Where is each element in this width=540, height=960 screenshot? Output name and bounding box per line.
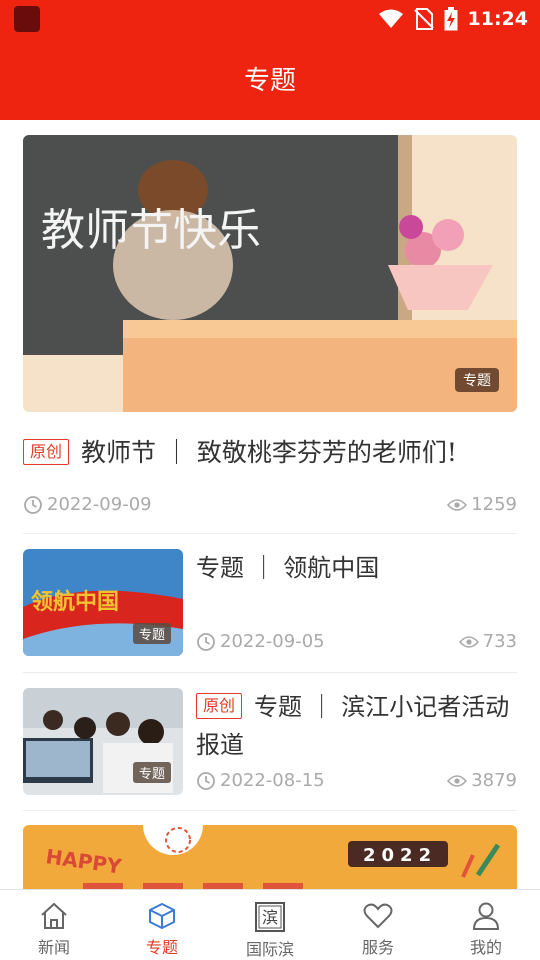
date-text: 2022-08-15 — [220, 770, 325, 791]
views-text: 3879 — [471, 770, 517, 791]
page-title: 专题 — [243, 66, 296, 96]
featured-image-text: 教师节快乐 — [41, 205, 261, 256]
tab-label: 服务 — [361, 938, 394, 957]
tab-label: 新闻 — [37, 938, 70, 957]
featured-views: 1259 — [447, 494, 517, 515]
clock-icon — [24, 495, 42, 514]
bottom-tab-bar: 新闻 专题 滨 国际滨 服务 我的 — [0, 889, 540, 960]
eye-icon — [458, 635, 479, 648]
divider — [23, 672, 517, 673]
no-sim-icon — [413, 8, 434, 30]
featured-title: 教师节 ｜ 致敬桃李芬芳的老师们! — [81, 438, 457, 467]
topic-tag: 专题 — [132, 762, 171, 783]
list-item-title[interactable]: 原创 专题 ｜ 滨江小记者活动报道 — [196, 688, 518, 764]
list-item-thumbnail[interactable]: 专题 — [23, 688, 183, 795]
title-text: 专题 ｜ 滨江小记者活动报道 — [196, 693, 510, 759]
list-item-banner[interactable]: HAPPY 2022 — [23, 825, 517, 890]
topic-tag: 专题 — [455, 368, 499, 392]
tab-services[interactable]: 服务 — [324, 890, 432, 960]
status-time: 11:24 — [467, 8, 528, 30]
divider — [23, 810, 517, 811]
original-badge: 原创 — [196, 693, 243, 719]
wifi-icon — [378, 9, 403, 28]
views-text: 733 — [482, 631, 517, 652]
list-item-date: 2022-09-05 — [196, 631, 325, 652]
list-item-views: 733 — [458, 631, 517, 652]
tab-topics[interactable]: 专题 — [108, 890, 216, 960]
eye-icon — [447, 774, 468, 787]
list-item-thumbnail[interactable]: 领航中国 专题 — [23, 549, 183, 656]
status-bar: 11:24 — [0, 0, 540, 38]
tab-news[interactable]: 新闻 — [0, 890, 108, 960]
eye-icon — [447, 498, 468, 511]
date-text: 2022-09-05 — [220, 631, 325, 652]
battery-charging-icon — [444, 7, 458, 31]
featured-title-row[interactable]: 原创 教师节 ｜ 致敬桃李芬芳的老师们! — [23, 434, 517, 472]
views-text: 1259 — [471, 494, 517, 515]
svg-text:滨: 滨 — [262, 908, 278, 927]
banner-year-text: 2022 — [363, 845, 437, 866]
title-text: 专题 ｜ 领航中国 — [196, 554, 380, 582]
home-icon — [41, 902, 67, 929]
tab-label: 我的 — [469, 938, 502, 957]
featured-date: 2022-09-09 — [23, 494, 152, 515]
user-icon — [472, 902, 500, 930]
cube-icon — [149, 903, 175, 929]
clock-icon — [197, 632, 215, 651]
list-item-title[interactable]: 专题 ｜ 领航中国 — [196, 549, 518, 587]
divider — [23, 533, 517, 534]
heart-icon — [363, 903, 393, 929]
original-badge: 原创 — [23, 439, 70, 465]
tab-me[interactable]: 我的 — [432, 890, 540, 960]
tab-label: 国际滨 — [245, 940, 294, 959]
page-header: 专题 — [0, 38, 540, 120]
tab-international-bin[interactable]: 滨 国际滨 — [216, 890, 324, 960]
date-text: 2022-09-09 — [47, 494, 152, 515]
list-item-views: 3879 — [447, 770, 517, 791]
list-item-date: 2022-08-15 — [196, 770, 325, 791]
app-notification-icon — [14, 6, 40, 32]
topic-tag: 专题 — [132, 623, 171, 644]
thumbnail-text: 领航中国 — [31, 589, 119, 615]
tab-label: 专题 — [145, 938, 178, 957]
status-indicators: 11:24 — [378, 6, 528, 32]
featured-image[interactable]: 教师节快乐 专题 — [23, 135, 517, 412]
topic-feed[interactable]: 教师节快乐 专题 原创 教师节 ｜ 致敬桃李芬芳的老师们! 2022-09-09 … — [0, 120, 540, 890]
bin-logo-icon: 滨 — [255, 902, 285, 932]
clock-icon — [197, 771, 215, 790]
